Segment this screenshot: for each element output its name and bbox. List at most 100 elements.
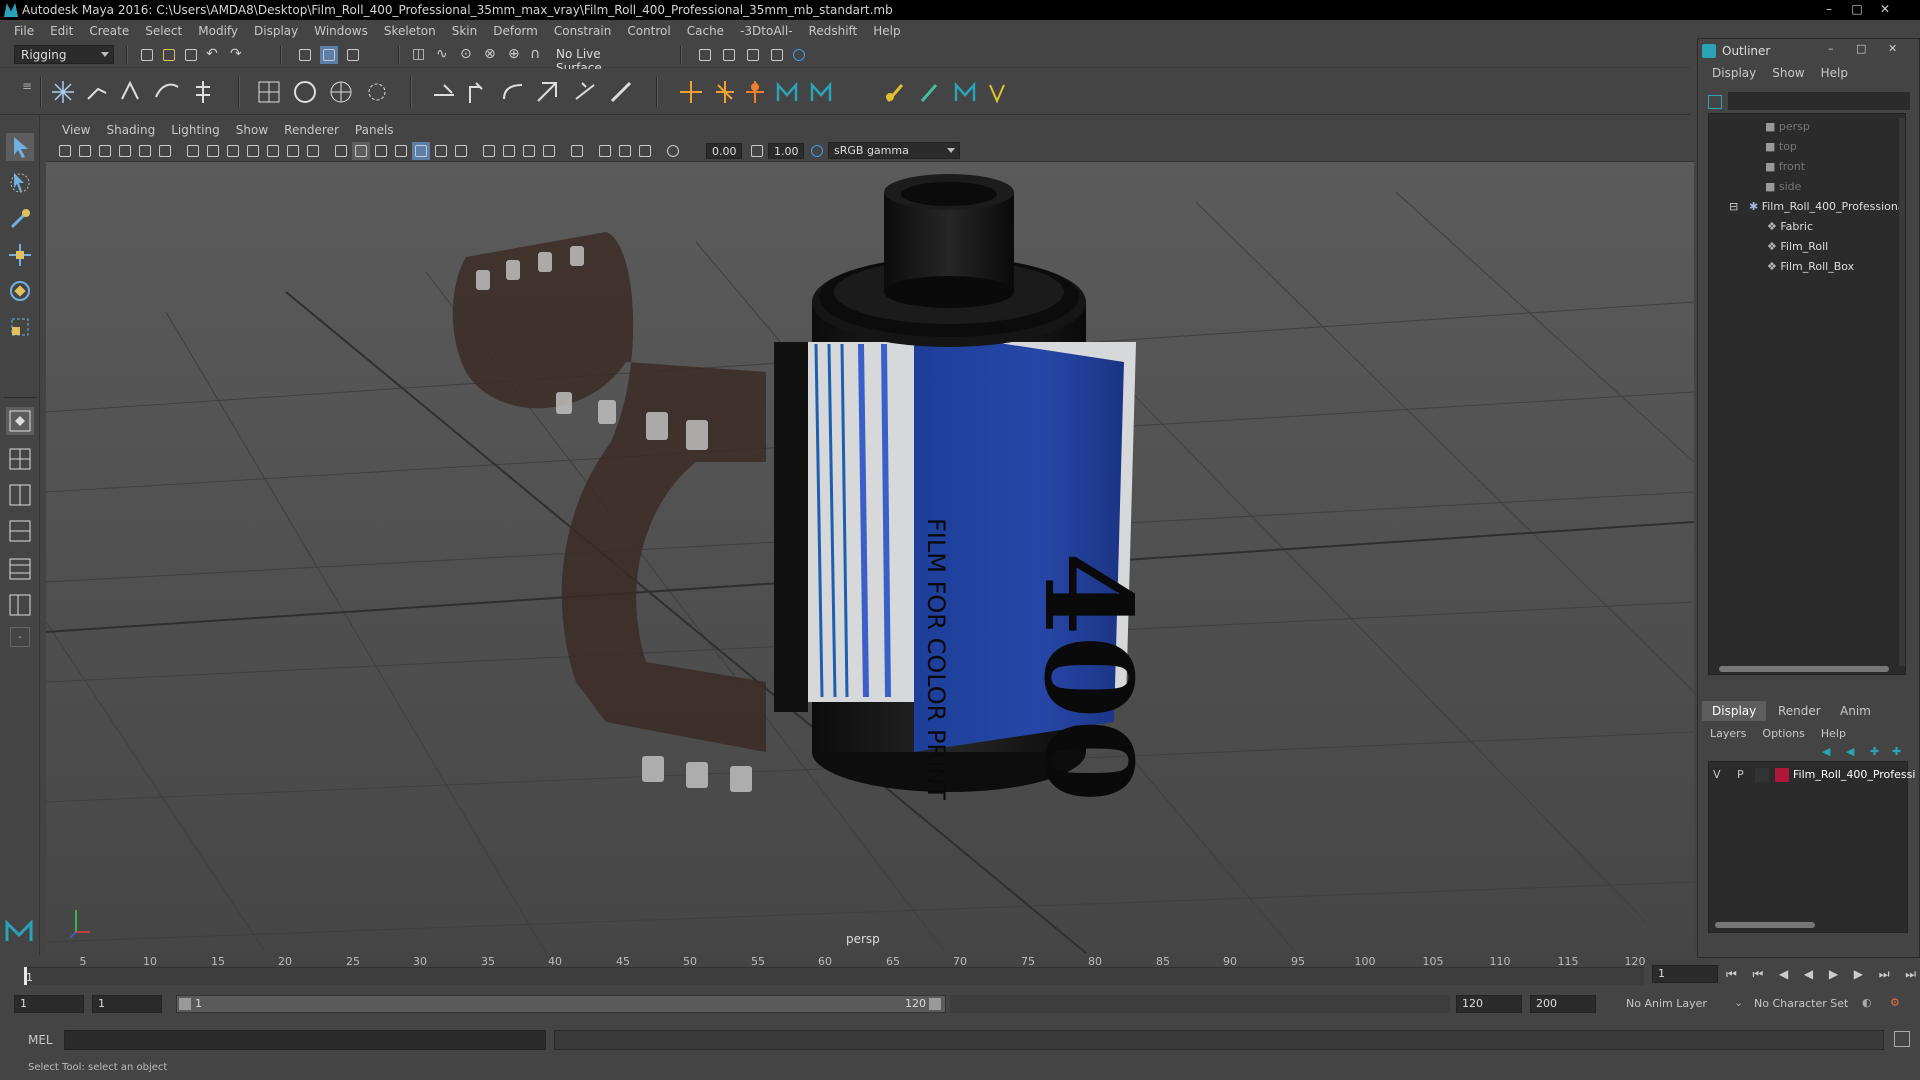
menu-select[interactable]: Select [137, 24, 190, 38]
range-end-handle[interactable] [929, 998, 941, 1010]
ik-spline-icon[interactable] [116, 77, 146, 107]
gate-mask-icon[interactable] [244, 142, 262, 160]
four-view-layout-icon[interactable] [6, 445, 34, 473]
menu-file[interactable]: File [6, 24, 42, 38]
select-object-icon[interactable] [320, 46, 338, 64]
play-forwards-icon[interactable]: ▶ [1829, 967, 1838, 981]
cluster-handle-icon[interactable] [710, 77, 740, 107]
constraint-point-icon[interactable] [430, 77, 460, 107]
animation-end-field[interactable]: 200 [1530, 995, 1596, 1013]
menu-skin[interactable]: Skin [444, 24, 486, 38]
persp-outliner-layout-icon[interactable] [6, 517, 34, 545]
go-to-start-icon[interactable]: ⏮ [1726, 967, 1737, 982]
layer-row[interactable]: V P Film_Roll_400_Professi [1709, 766, 1915, 784]
smooth-bind-icon[interactable] [188, 77, 218, 107]
undo-icon[interactable]: ↶ [206, 46, 224, 64]
minimize-button[interactable]: – [1818, 1, 1840, 17]
camera-attributes-icon[interactable] [56, 142, 74, 160]
film-gate-icon[interactable] [204, 142, 222, 160]
layer-menu-options[interactable]: Options [1754, 727, 1812, 740]
resolution-gate-icon[interactable] [224, 142, 242, 160]
menu-constrain[interactable]: Constrain [546, 24, 620, 38]
menu-create[interactable]: Create [81, 24, 137, 38]
layer-horizontal-scrollbar[interactable] [1715, 922, 1815, 928]
layer-menu-layers[interactable]: Layers [1702, 727, 1754, 740]
shelf-options-icon[interactable]: ≡ [22, 79, 32, 93]
field-chart-icon[interactable] [264, 142, 282, 160]
menu-display[interactable]: Display [246, 24, 306, 38]
outliner-horizontal-scrollbar[interactable] [1719, 666, 1889, 672]
outliner-minimize-button[interactable]: – [1828, 42, 1834, 55]
range-slider[interactable]: 1 120 [176, 995, 946, 1013]
animation-preferences-icon[interactable]: ⚙ [1890, 996, 1900, 1009]
outliner-item-group[interactable]: ✱ Film_Roll_400_Professiona [1749, 200, 1905, 218]
layer-tab-display[interactable]: Display [1702, 701, 1767, 721]
menu-windows[interactable]: Windows [306, 24, 376, 38]
live-surface-field[interactable]: No Live Surface [550, 45, 650, 75]
play-backwards-icon[interactable]: ◀ [1804, 967, 1813, 981]
paint-select-icon[interactable] [6, 205, 34, 233]
bind-skin-icon[interactable] [152, 77, 182, 107]
new-layer-icon[interactable]: ✚ [1870, 745, 1879, 758]
outliner-layout-icon[interactable] [6, 591, 34, 619]
magnet-icon[interactable]: ∩ [530, 46, 548, 64]
constraint-scale-icon[interactable] [532, 77, 562, 107]
layer-menu-help[interactable]: Help [1813, 727, 1854, 740]
motion-blur-icon[interactable] [500, 142, 518, 160]
select-tool-icon[interactable] [6, 133, 34, 161]
menu-deform[interactable]: Deform [485, 24, 546, 38]
step-back-key-icon[interactable]: ⏮ [1753, 967, 1764, 982]
menu-3dtoall[interactable]: -3DtoAll- [732, 24, 800, 38]
snap-view-plane-icon[interactable]: ⊗ [484, 46, 502, 64]
constraint-pole-icon[interactable] [606, 77, 636, 107]
ik-handle-icon[interactable] [82, 77, 112, 107]
screen-space-ao-icon[interactable] [480, 142, 498, 160]
default-material-icon[interactable] [392, 142, 410, 160]
lattice-icon[interactable] [254, 77, 284, 107]
color-management-icon[interactable] [808, 142, 826, 160]
use-all-lights-icon[interactable] [432, 142, 450, 160]
toolbox-more-icon[interactable]: - [10, 627, 30, 647]
save-scene-icon[interactable] [182, 46, 200, 64]
snap-point-icon[interactable]: ⊙ [460, 46, 478, 64]
hypershade-icon[interactable] [790, 46, 808, 64]
2d-pan-zoom-icon[interactable] [136, 142, 154, 160]
script-editor-icon[interactable] [1894, 1031, 1910, 1047]
xray-joints-icon[interactable] [636, 142, 654, 160]
lasso-tool-icon[interactable] [6, 169, 34, 197]
outliner-item-side[interactable]: ■ side [1765, 180, 1801, 198]
hypergraph-layout-icon[interactable] [6, 555, 34, 583]
gamma-icon[interactable] [748, 142, 766, 160]
outliner-search-input[interactable] [1728, 92, 1910, 110]
cluster-icon[interactable] [290, 77, 320, 107]
maximize-button[interactable]: □ [1846, 1, 1868, 17]
gamma-field[interactable]: 1.00 [768, 143, 804, 159]
layer-type-toggle[interactable] [1755, 768, 1769, 782]
render-frame-icon[interactable] [720, 46, 738, 64]
mirror-weights-icon[interactable] [950, 77, 980, 107]
anti-aliasing-icon[interactable] [520, 142, 538, 160]
new-layer-selected-icon[interactable]: ✚ [1892, 745, 1901, 758]
playback-start-field[interactable]: 1 [92, 995, 162, 1013]
current-frame-field[interactable]: 1 [1652, 965, 1718, 983]
auto-key-icon[interactable]: ◐ [1862, 996, 1872, 1009]
step-forward-frame-icon[interactable]: ▶ [1854, 967, 1863, 981]
step-back-frame-icon[interactable]: ◀ [1779, 967, 1788, 981]
layer-tab-anim[interactable]: Anim [1830, 701, 1881, 721]
layer-visibility-toggle[interactable]: V [1713, 768, 1721, 781]
open-scene-icon[interactable] [160, 46, 178, 64]
snap-surface-icon[interactable]: ⊕ [508, 46, 526, 64]
constraint-aim-icon[interactable] [464, 77, 494, 107]
single-perspective-layout-icon[interactable] [6, 407, 34, 435]
character-control-icon[interactable] [772, 77, 802, 107]
layer-tab-render[interactable]: Render [1768, 701, 1831, 721]
smooth-shade-icon[interactable] [352, 142, 370, 160]
menu-set-dropdown[interactable]: Rigging [14, 45, 114, 64]
outliner-refresh-icon[interactable] [1708, 95, 1722, 109]
rotate-tool-icon[interactable] [6, 277, 34, 305]
playback-end-field[interactable]: 120 [1456, 995, 1522, 1013]
menu-skeleton[interactable]: Skeleton [376, 24, 444, 38]
command-language-label[interactable]: MEL [28, 1033, 53, 1047]
snap-curve-icon[interactable]: ∿ [436, 46, 454, 64]
menu-edit[interactable]: Edit [42, 24, 81, 38]
